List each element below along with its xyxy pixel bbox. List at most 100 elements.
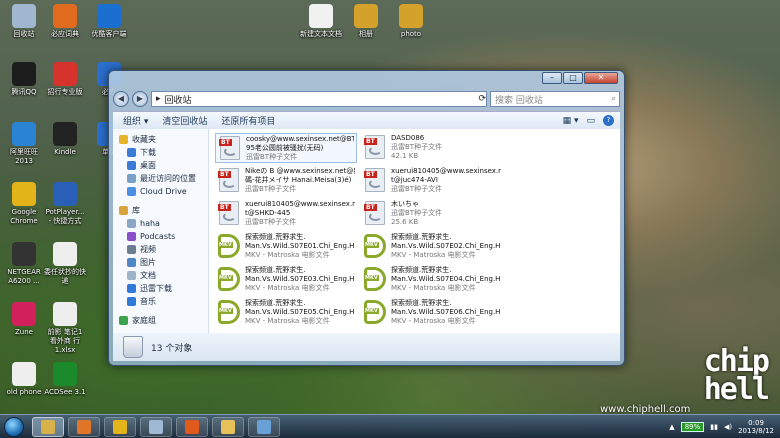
nav-item[interactable]: 库 xyxy=(113,204,208,217)
nav-item[interactable]: haha xyxy=(113,217,208,230)
file-item[interactable]: MKV 探索频道.荒野求生. Man.Vs.Wild.S07E05.Chi_Eng.… xyxy=(215,298,357,328)
command-bar: 组织 ▾ 清空回收站 还原所有项目 ▦ ▾ ▭ ? xyxy=(113,111,620,129)
organize-button[interactable]: 组织 ▾ xyxy=(123,114,148,127)
mkv-file-icon: MKV xyxy=(217,233,241,259)
windows-orb-icon xyxy=(4,416,24,437)
file-text: 探索频道.荒野求生. Man.Vs.Wild.S07E03.Chi_Eng.H..… xyxy=(245,266,355,293)
empty-recycle-bin-button[interactable]: 清空回收站 xyxy=(162,114,207,127)
file-item[interactable]: MKV 探索频道.荒野求生. Man.Vs.Wild.S07E02.Chi_Eng.… xyxy=(361,232,503,262)
nav-item[interactable]: 最近访问的位置 xyxy=(113,172,208,185)
nav-item-icon xyxy=(127,161,136,170)
desktop-icon-label: 优酷客户端 xyxy=(91,30,127,38)
bt-torrent-file-icon: BT xyxy=(217,200,241,226)
desktop-icon[interactable]: 阿里旺旺 2013 xyxy=(3,122,45,166)
taskbar-button-media-player[interactable] xyxy=(68,416,100,437)
desktop-app-icon xyxy=(399,4,423,28)
help-icon[interactable]: ? xyxy=(603,115,614,126)
nav-item[interactable]: 文档 xyxy=(113,269,208,282)
media-player-icon xyxy=(77,419,91,434)
taskbar-button-paint[interactable] xyxy=(248,416,280,437)
preview-pane-icon[interactable]: ▭ xyxy=(586,116,595,126)
taskbar-button-explorer[interactable] xyxy=(32,416,64,437)
refresh-icon[interactable]: ⟳ xyxy=(478,94,486,104)
nav-item-label: Podcasts xyxy=(140,232,176,241)
file-type: MKV - Matroska 电影文件 xyxy=(245,284,330,292)
taskbar-button-fireworks[interactable] xyxy=(176,416,208,437)
battery-indicator[interactable]: 89% xyxy=(680,421,705,432)
desktop-icon[interactable]: 优酷客户端 xyxy=(88,4,130,39)
nav-item[interactable]: 音乐 xyxy=(113,295,208,308)
back-button[interactable]: ◀ xyxy=(113,91,129,107)
desktop-icon[interactable]: Kindle xyxy=(44,122,86,157)
desktop-icon[interactable]: 委任状抄的快递 xyxy=(44,242,86,286)
view-options-icon[interactable]: ▦ ▾ xyxy=(563,116,579,126)
desktop-icon[interactable]: 回收站 xyxy=(3,4,45,39)
desktop-icon[interactable]: ACDSee 3.1 xyxy=(44,362,86,397)
nav-item-icon xyxy=(127,148,136,157)
desktop-icon[interactable]: 前影 笔记1 看外商 行1.xlsx xyxy=(44,302,86,355)
minimize-button[interactable]: – xyxy=(542,72,562,84)
desktop-icon[interactable]: old phone xyxy=(3,362,45,397)
clock[interactable]: 0:09 2013/8/12 xyxy=(738,419,774,435)
file-item[interactable]: BT Nikeの B @www.sexinsex.net@無 碼-花井メイサ Han… xyxy=(215,166,357,196)
tray-arrow-icon[interactable]: ▲ xyxy=(669,423,674,431)
file-text: 探索频道.荒野求生. Man.Vs.Wild.S07E05.Chi_Eng.H..… xyxy=(245,299,355,326)
nav-item[interactable]: 家庭组 xyxy=(113,314,208,327)
desktop-icon-label: old phone xyxy=(6,388,42,396)
file-name: 探索频道.荒野求生. xyxy=(245,233,306,241)
nav-item[interactable]: 桌面 xyxy=(113,159,208,172)
file-item[interactable]: BT DASD086 迅雷BT种子文件 42.1 KB xyxy=(361,133,503,163)
nav-item-icon xyxy=(127,219,136,228)
desktop-icon-label: 相册 xyxy=(359,30,373,38)
desktop-app-icon xyxy=(53,4,77,28)
nav-item[interactable]: Cloud Drive xyxy=(113,185,208,198)
taskbar-button-folder-app[interactable] xyxy=(212,416,244,437)
file-text: 探索频道.荒野求生. Man.Vs.Wild.S07E01.Chi_Eng.H..… xyxy=(245,233,355,260)
nav-item[interactable]: 下载 xyxy=(113,146,208,159)
network-icon[interactable]: ▮▮ xyxy=(710,423,718,431)
file-item[interactable]: MKV 探索频道.荒野求生. Man.Vs.Wild.S07E01.Chi_Eng.… xyxy=(215,232,357,262)
desktop-icon[interactable]: 相册 xyxy=(345,4,387,39)
desktop-icon[interactable]: NETGEAR A6200 ... xyxy=(3,242,45,286)
nav-item[interactable]: 图片 xyxy=(113,256,208,269)
desktop-icon[interactable]: Zune xyxy=(3,302,45,337)
file-type: 迅雷BT种子文件 xyxy=(245,218,297,226)
volume-icon[interactable]: ◀) xyxy=(724,423,732,431)
nav-item-label: 视频 xyxy=(140,245,156,254)
nav-item[interactable]: 迅雷下载 xyxy=(113,282,208,295)
forward-button[interactable]: ▶ xyxy=(132,91,148,107)
desktop-icon[interactable]: photo xyxy=(390,4,432,39)
maximize-button[interactable]: □ xyxy=(563,72,583,84)
desktop-icon[interactable]: Google Chrome xyxy=(3,182,45,226)
close-button[interactable]: ✕ xyxy=(584,72,618,84)
file-item[interactable]: MKV 探索频道.荒野求生. Man.Vs.Wild.S07E06.Chi_Eng.… xyxy=(361,298,503,328)
search-input[interactable]: 搜索 回收站 ⌕ xyxy=(490,91,620,107)
desktop-app-icon xyxy=(53,122,77,146)
file-item[interactable]: MKV 探索频道.荒野求生. Man.Vs.Wild.S07E04.Chi_Eng.… xyxy=(361,265,503,295)
file-item[interactable]: BT xuerui810405@www.sexinsex.ne t@SHKD-445… xyxy=(215,199,357,229)
file-item[interactable]: BT 木いちゃ 迅雷BT种子文件 25.6 KB xyxy=(361,199,503,229)
file-type: 迅雷BT种子文件 xyxy=(391,209,443,217)
file-type: 迅雷BT种子文件 xyxy=(246,153,298,161)
start-button[interactable] xyxy=(0,416,28,438)
taskbar-button-chrome[interactable] xyxy=(104,416,136,437)
desktop-icon-label: 阿里旺旺 2013 xyxy=(10,148,38,165)
nav-item-label: 迅雷下载 xyxy=(140,284,172,293)
desktop-icon-label: Google Chrome xyxy=(10,208,38,225)
nav-item[interactable]: 视频 xyxy=(113,243,208,256)
desktop-icon[interactable]: PotPlayer... - 快捷方式 xyxy=(44,182,86,226)
file-item[interactable]: MKV 探索频道.荒野求生. Man.Vs.Wild.S07E03.Chi_Eng.… xyxy=(215,265,357,295)
restore-all-button[interactable]: 还原所有项目 xyxy=(221,114,275,127)
desktop-icon[interactable]: 新建文本文档 xyxy=(300,4,342,39)
nav-item[interactable]: Podcasts xyxy=(113,230,208,243)
file-item[interactable]: BT xuerui810405@www.sexinsex.ne t@juc474-A… xyxy=(361,166,503,196)
taskbar-button-notepad[interactable] xyxy=(140,416,172,437)
desktop-icon[interactable]: 招行专业版 xyxy=(44,62,86,97)
address-bar[interactable]: ▸ 回收站 ⟳ xyxy=(151,91,487,107)
desktop-icon[interactable]: 必应词典 xyxy=(44,4,86,39)
file-name: 探索频道.荒野求生. xyxy=(391,299,452,307)
file-size: 25.6 KB xyxy=(391,218,419,226)
nav-item[interactable]: 收藏夹 xyxy=(113,133,208,146)
file-item[interactable]: BT coosky@www.sexinsex.net@BT- 95老公圆前被骚扰(无… xyxy=(215,133,357,163)
desktop-icon[interactable]: 腾讯QQ xyxy=(3,62,45,97)
